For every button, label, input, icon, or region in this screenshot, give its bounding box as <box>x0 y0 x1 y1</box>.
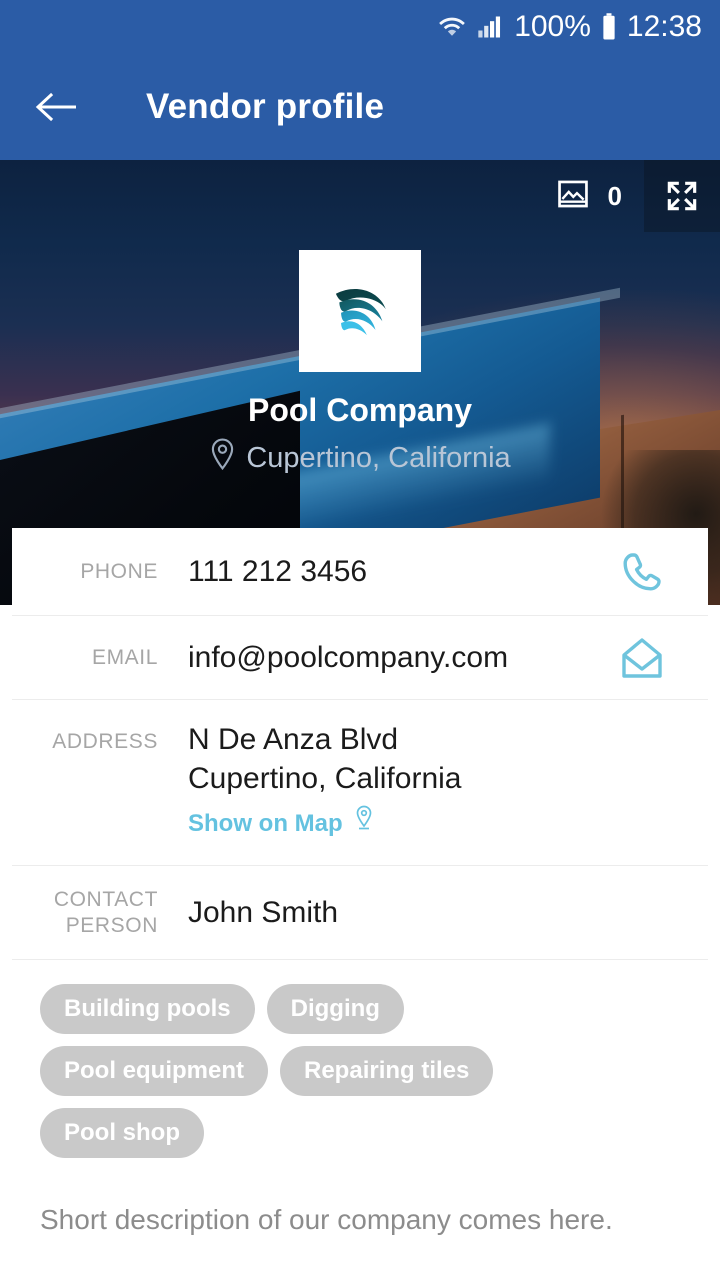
company-logo <box>299 250 421 372</box>
address-line-1: N De Anza Blvd <box>188 723 399 756</box>
show-on-map-link[interactable]: Show on Map <box>188 804 604 843</box>
hero-controls: 0 <box>556 160 720 232</box>
wifi-icon <box>438 13 466 41</box>
phone-icon <box>623 552 661 590</box>
arrow-left-icon <box>35 92 76 122</box>
call-button[interactable] <box>604 548 680 596</box>
contact-person-label-line-1: CONTACT <box>53 887 158 911</box>
contact-person-label: CONTACT PERSON <box>40 887 158 939</box>
app-bar: Vendor profile <box>0 54 720 160</box>
contact-person-row: CONTACT PERSON John Smith <box>12 866 708 960</box>
status-bar: 100% 12:38 <box>0 0 720 54</box>
photo-count-label: 0 <box>607 180 622 211</box>
map-pin-icon <box>209 438 236 478</box>
service-tags: Building pools Digging Pool equipment Re… <box>12 960 612 1158</box>
company-description: Short description of our company comes h… <box>40 1204 613 1235</box>
map-pin-icon <box>353 804 375 843</box>
fullscreen-expand-icon <box>667 181 697 211</box>
service-tag-chip[interactable]: Repairing tiles <box>280 1046 494 1096</box>
address-value: N De Anza Blvd Cupertino, California Sho… <box>158 720 604 843</box>
company-location: Cupertino, California <box>0 438 720 478</box>
service-tag-chip[interactable]: Building pools <box>40 984 255 1034</box>
show-on-map-label: Show on Map <box>188 810 343 837</box>
service-tag-chip[interactable]: Pool equipment <box>40 1046 268 1096</box>
phone-label: PHONE <box>80 560 158 583</box>
company-logo-wave <box>335 289 386 336</box>
envelope-icon <box>622 637 662 678</box>
email-value: info@poolcompany.com <box>188 641 509 674</box>
phone-value: 111 212 3456 <box>188 555 368 588</box>
battery-percent-label: 100% <box>514 10 591 43</box>
contact-person-value: John Smith <box>188 896 339 929</box>
contact-person-label-line-2: PERSON <box>65 913 158 937</box>
page-title: Vendor profile <box>146 87 385 126</box>
email-row[interactable]: EMAIL info@poolcompany.com <box>12 616 708 700</box>
clock-label: 12:38 <box>626 10 702 43</box>
service-tag-chip[interactable]: Digging <box>266 984 404 1034</box>
send-email-button[interactable] <box>604 636 680 680</box>
battery-full-icon <box>600 12 618 42</box>
company-name: Pool Company <box>247 392 472 428</box>
company-location-label: Cupertino, California <box>246 441 511 474</box>
fullscreen-button[interactable] <box>644 160 720 232</box>
email-label: EMAIL <box>91 646 158 669</box>
back-button[interactable] <box>30 80 84 134</box>
image-icon <box>556 177 590 216</box>
phone-row[interactable]: PHONE 111 212 3456 <box>12 528 708 616</box>
details-card: PHONE 111 212 3456 EMAIL info@poolcompan… <box>12 528 708 1236</box>
address-label: ADDRESS <box>52 730 158 753</box>
address-line-2: Cupertino, California <box>188 762 462 795</box>
cellular-signal-icon <box>475 13 505 41</box>
address-row[interactable]: ADDRESS N De Anza Blvd Cupertino, Califo… <box>12 700 708 866</box>
photo-count-button[interactable]: 0 <box>556 160 644 232</box>
service-tag-chip[interactable]: Pool shop <box>40 1108 204 1158</box>
